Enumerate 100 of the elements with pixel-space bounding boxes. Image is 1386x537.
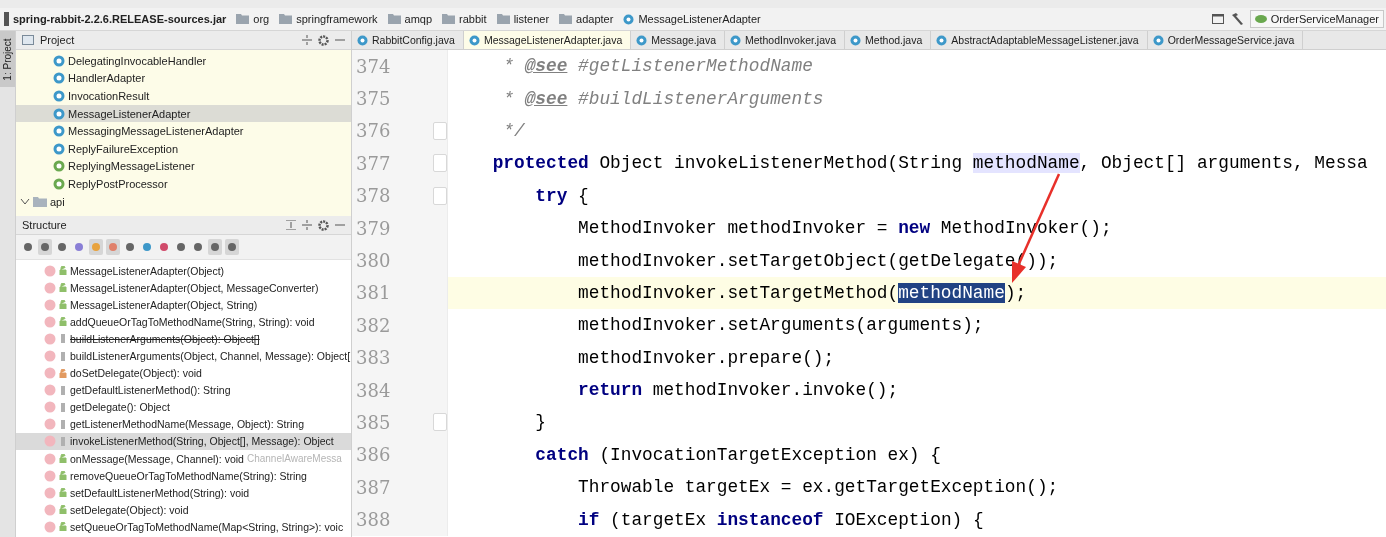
breadcrumb-item[interactable]: springframework <box>279 13 382 25</box>
line-number: 375 <box>355 88 392 110</box>
tree-item[interactable]: InvocationResult <box>16 87 351 105</box>
run-configuration-dropdown[interactable]: OrderServiceManager <box>1249 10 1384 28</box>
class-icon <box>53 142 65 155</box>
breadcrumb-item[interactable]: MessageListenerAdapter <box>623 13 765 25</box>
expand-icon[interactable] <box>286 220 296 230</box>
structure-item[interactable]: getListenerMethodName(Message, Object): String <box>16 415 351 433</box>
line-number: 377 <box>355 152 392 174</box>
class-icon <box>730 34 742 46</box>
fold-marker[interactable] <box>433 186 447 205</box>
panel-title[interactable]: Project <box>40 34 296 46</box>
structure-item[interactable]: onMessage(Message, Channel): void ChannelAwareMessa <box>16 450 351 468</box>
breadcrumb-item[interactable]: listener <box>496 13 554 25</box>
code-line: * @see #buildListenerArguments <box>502 88 824 109</box>
settings-icon[interactable] <box>318 34 329 46</box>
project-tool-window-tab[interactable]: 1: Project <box>0 31 15 87</box>
method-icon <box>44 486 56 499</box>
line-number: 387 <box>355 476 392 498</box>
code-line: methodInvoker.setTargetMethod(methodName); <box>577 282 1027 303</box>
fold-marker[interactable] <box>433 413 447 432</box>
method-icon <box>44 315 56 328</box>
open-lock-icon <box>59 505 67 515</box>
structure-item[interactable]: getDefaultListenerMethod(): String <box>16 381 351 399</box>
folder-icon <box>387 14 401 24</box>
open-lock-icon <box>59 283 67 293</box>
open-lock-icon <box>59 266 67 276</box>
tree-item[interactable]: MessageListenerAdapter <box>16 104 351 123</box>
structure-item[interactable]: MessageListenerAdapter(Object) <box>16 262 351 280</box>
folder-icon <box>496 14 510 24</box>
settings-icon[interactable] <box>318 219 329 231</box>
collapse-icon[interactable] <box>302 220 312 230</box>
method-icon <box>44 298 56 311</box>
tree-item[interactable]: api <box>16 192 351 211</box>
code-line: catch (InvocationTargetException ex) { <box>534 444 941 465</box>
structure-item[interactable]: MessageListenerAdapter(Object, MessageConverter) <box>16 279 351 297</box>
window-icon[interactable] <box>1211 14 1224 24</box>
folder-icon <box>442 14 456 24</box>
line-number: 385 <box>355 412 392 433</box>
code-line: try { <box>534 185 589 206</box>
breadcrumb-item[interactable]: adapter <box>559 13 618 25</box>
structure-item[interactable]: setDelegate(Object): void <box>16 501 351 519</box>
method-icon <box>44 469 56 482</box>
toolbar-icon[interactable] <box>38 239 52 255</box>
fold-marker[interactable] <box>433 121 447 140</box>
structure-item[interactable]: removeQueueOrTagToMethodName(String): String <box>16 467 351 485</box>
method-icon <box>44 264 56 277</box>
class-icon <box>53 90 65 102</box>
line-number: 383 <box>355 347 392 369</box>
structure-item[interactable]: MessageListenerAdapter(Object, String) <box>16 296 351 314</box>
structure-item[interactable]: buildListenerArguments(Object, Channel, Message): Object[ <box>16 347 351 365</box>
breadcrumb-item[interactable]: amqp <box>387 13 437 25</box>
tree-item[interactable]: ReplyFailureException <box>16 139 351 158</box>
structure-item[interactable]: getDelegate(): Object <box>16 398 351 416</box>
fold-marker[interactable] <box>433 154 447 173</box>
method-icon <box>44 401 56 414</box>
method-icon <box>44 367 56 380</box>
editor-tab[interactable]: MessageListenerAdapter.java <box>463 31 632 49</box>
tree-item[interactable]: ReplyPostProcessor <box>16 175 351 193</box>
inherited-from-text: ChannelAwareMessa <box>246 453 342 465</box>
interface-icon <box>53 160 65 173</box>
open-lock-icon <box>59 317 67 327</box>
class-icon <box>53 54 65 67</box>
code-line: protected Object invokeListenerMethod(String methodName, Object[] arguments, Messa <box>491 153 1368 174</box>
breadcrumb-item[interactable]: rabbit <box>442 13 491 25</box>
breadcrumb-item[interactable]: org <box>236 13 274 25</box>
toolbar-icon[interactable] <box>208 239 222 255</box>
method-icon <box>44 384 56 397</box>
method-icon <box>44 503 56 516</box>
panel-icon <box>22 35 34 45</box>
chevron-icon[interactable] <box>20 197 30 206</box>
tree-item[interactable]: DelegatingInvocableHandler <box>16 52 351 70</box>
method-icon <box>44 435 56 448</box>
method-icon <box>44 520 56 533</box>
structure-item[interactable]: setQueueOrTagToMethodName(Map<String, String>): voic <box>16 518 351 536</box>
code-line: methodInvoker.prepare(); <box>577 347 835 368</box>
code-line: methodInvoker.setArguments(arguments); <box>577 315 984 336</box>
line-number: 378 <box>355 185 392 207</box>
line-number: 379 <box>355 217 392 239</box>
structure-item[interactable]: addQueueOrTagToMethodName(String, String): void <box>16 313 351 331</box>
class-icon <box>53 72 65 85</box>
folder-icon <box>33 196 47 208</box>
toolbar-icon[interactable] <box>225 239 239 255</box>
structure-item[interactable]: doSetDelegate(Object): void <box>16 364 351 382</box>
open-lock-icon <box>59 522 67 532</box>
structure-item[interactable]: buildListenerArguments(Object): Object[] <box>16 330 351 348</box>
line-number: 382 <box>355 314 392 336</box>
tree-item[interactable]: MessagingMessageListenerAdapter <box>16 122 351 140</box>
open-lock-icon <box>59 454 67 464</box>
breadcrumb-item[interactable]: spring-rabbit-2.2.6.RELEASE-sources.jar <box>4 12 231 26</box>
method-icon <box>44 332 56 345</box>
collapse-icon[interactable] <box>302 35 312 45</box>
method-icon <box>44 281 56 294</box>
structure-item[interactable]: setDefaultListenerMethod(String): void <box>16 484 351 502</box>
tree-item[interactable]: HandlerAdapter <box>16 69 351 88</box>
structure-item[interactable]: invokeListenerMethod(String, Object[], Message): Object <box>16 432 351 451</box>
code-line: Throwable targetEx = ex.getTargetException(); <box>577 477 1059 498</box>
class-icon <box>636 34 648 46</box>
tree-item[interactable]: ReplyingMessageListener <box>16 157 351 176</box>
class-icon <box>1152 34 1164 46</box>
